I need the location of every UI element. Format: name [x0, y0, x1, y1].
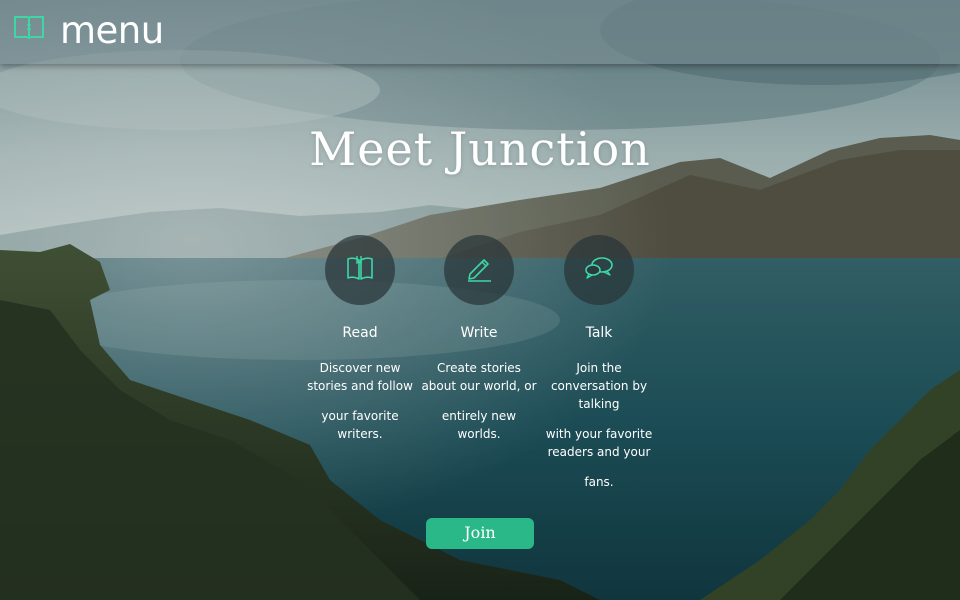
- feature-desc-line: fans.: [584, 475, 614, 489]
- page-title: Meet Junction: [309, 122, 651, 176]
- feature-desc-line: entirely new worlds.: [441, 409, 517, 441]
- feature-desc-talk: Join the conversation by talking with yo…: [539, 359, 659, 491]
- feature-talk: Talk Join the conversation by talking wi…: [539, 235, 659, 503]
- menu-label: menu: [60, 8, 164, 52]
- feature-write: Write Create stories about our world, or…: [419, 235, 539, 455]
- feature-desc-write: Create stories about our world, or entir…: [419, 359, 539, 443]
- read-icon-circle: [325, 235, 395, 305]
- pencil-icon: [464, 254, 494, 287]
- book-icon: [12, 13, 46, 43]
- feature-desc-line: Join the conversation by talking: [550, 361, 648, 411]
- feature-read: Read Discover new stories and follow you…: [300, 235, 420, 455]
- feature-title-read: Read: [342, 325, 378, 341]
- top-bar: menu: [0, 0, 960, 64]
- feature-desc-line: with your favorite readers and your: [545, 427, 653, 459]
- talk-icon-circle: [564, 235, 634, 305]
- feature-desc-read: Discover new stories and follow your fav…: [300, 359, 420, 443]
- feature-desc-line: Create stories about our world, or: [421, 361, 537, 393]
- feature-desc-line: your favorite writers.: [321, 409, 399, 441]
- write-icon-circle: [444, 235, 514, 305]
- join-button[interactable]: Join: [426, 518, 534, 549]
- book-icon: [345, 254, 375, 287]
- menu-button[interactable]: menu: [12, 6, 164, 58]
- feature-title-write: Write: [460, 325, 498, 341]
- chat-bubbles-icon: [583, 254, 615, 287]
- feature-title-talk: Talk: [585, 325, 613, 341]
- feature-desc-line: Discover new stories and follow: [307, 361, 413, 393]
